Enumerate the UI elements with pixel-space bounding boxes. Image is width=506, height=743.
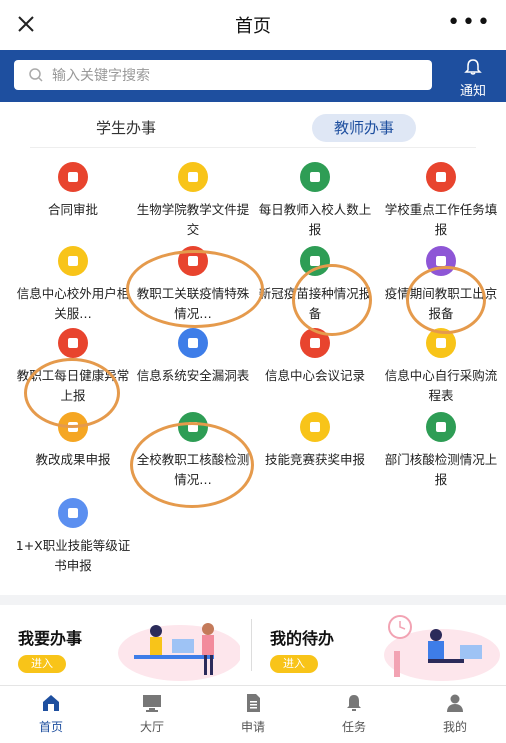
document-icon [58,246,88,276]
service-item[interactable]: 技能竞赛获奖申报 [252,412,378,470]
service-item[interactable]: 全校教职工核酸检测情况… [130,412,256,490]
user-icon [447,694,463,712]
service-item[interactable]: 学校重点工作任务填报 [378,162,504,240]
badge-icon [58,412,88,442]
service-item[interactable]: 每日教师入校人数上报 [252,162,378,240]
search-bar: 输入关键字搜索 通知 [0,50,506,102]
notify-label: 通知 [459,84,486,99]
service-label: 技能竞赛获奖申报 [264,452,365,467]
megaphone-icon [178,246,208,276]
service-item[interactable]: 信息系统安全漏洞表 [130,328,256,386]
service-item[interactable]: 信息中心自行采购流程表 [378,328,504,406]
enter-button[interactable]: 进入 [270,655,318,673]
service-item[interactable]: 疫情期间教职工出京报备 [378,246,504,324]
service-label: 信息系统安全漏洞表 [136,368,250,383]
clipboard-icon [426,328,456,358]
service-label: 教职工关联疫情特殊情况… [136,286,250,321]
teacher-icon [300,162,330,192]
enter-button[interactable]: 进入 [18,655,66,673]
tabbar-mine[interactable]: 我的 [415,692,495,735]
illustration [384,615,500,681]
service-label: 部门核酸检测情况上报 [384,452,498,487]
illustration [118,623,240,681]
service-label: 教职工每日健康异常上报 [16,368,130,403]
document-icon [247,694,260,712]
tabbar-hall[interactable]: 大厅 [112,692,192,735]
service-item[interactable]: 教改成果申报 [10,412,136,470]
pencil-icon [300,328,330,358]
search-placeholder: 输入关键字搜索 [52,68,150,84]
bell-icon [347,695,361,711]
tabbar-home[interactable]: 首页 [11,692,91,735]
service-label: 信息中心会议记录 [264,368,365,383]
card-title: 我的待办 [270,629,335,648]
tabbar-apply[interactable]: 申请 [213,692,293,735]
stamp-icon [58,162,88,192]
service-label: 全校教职工核酸检测情况… [136,452,250,487]
tab-teacher[interactable]: 教师办事 [312,114,417,142]
service-item[interactable]: 信息中心会议记录 [252,328,378,386]
monitor-icon [143,695,161,712]
certificate-icon [58,498,88,528]
service-label: 疫情期间教职工出京报备 [384,286,498,321]
card-my-affairs[interactable]: 我要办事 进入 [0,605,251,685]
bell-icon [464,59,482,75]
tabbar-label: 申请 [240,720,265,734]
tab-student[interactable]: 学生办事 [74,114,178,142]
service-item[interactable]: 部门核酸检测情况上报 [378,412,504,490]
service-label: 合同审批 [47,202,98,217]
tabbar-tasks[interactable]: 任务 [314,692,394,735]
service-item[interactable]: 教职工关联疫情特殊情况… [130,246,256,324]
service-label: 每日教师入校人数上报 [258,202,372,237]
tabbar-label: 首页 [38,720,63,734]
page-title: 首页 [235,16,271,37]
search-icon [29,68,43,82]
tabbar-label: 任务 [341,720,366,734]
book-icon [178,412,208,442]
trophy-icon [300,412,330,442]
person-search-icon [300,246,330,276]
service-item[interactable]: 生物学院教学文件提交 [130,162,256,240]
shortcut-cards: 我要办事 进入 我的待办 进入 [0,605,506,685]
service-label: 生物学院教学文件提交 [136,202,250,237]
server-icon [178,328,208,358]
service-item[interactable]: 合同审批 [10,162,136,220]
service-item[interactable]: 新冠疫苗接种情况报备 [252,246,378,324]
service-item[interactable]: 信息中心校外用户相关服… [10,246,136,324]
home-icon [58,328,88,358]
bottom-tab-bar: 首页 大厅 申请 任务 我的 [0,685,506,743]
notebook-icon [178,162,208,192]
service-label: 新冠疫苗接种情况报备 [258,286,372,321]
service-label: 教改成果申报 [35,452,111,467]
card-my-todo[interactable]: 我的待办 进入 [252,605,506,685]
tabbar-label: 大厅 [139,720,164,734]
service-label: 学校重点工作任务填报 [384,202,498,237]
service-item[interactable]: 1+X职业技能等级证书申报 [10,498,136,576]
tabbar-label: 我的 [442,720,467,734]
card-title: 我要办事 [18,629,83,648]
notify-button[interactable]: 通知 [450,58,496,99]
service-item[interactable]: 教职工每日健康异常上报 [10,328,136,406]
home-icon [43,695,59,711]
target-icon [426,162,456,192]
search-input[interactable]: 输入关键字搜索 [14,60,432,90]
person-icon [426,246,456,276]
service-panel: 学生办事 教师办事 合同审批 生物学院教学文件提交 每日教师入校人数上报 学校重点工作… [0,102,506,595]
tab-bar: 学生办事 教师办事 [30,112,476,148]
service-label: 信息中心校外用户相关服… [16,286,130,321]
folder-icon [426,412,456,442]
close-icon[interactable] [14,12,38,36]
service-label: 1+X职业技能等级证书申报 [15,538,131,573]
title-bar: 首页 ••• [0,0,506,50]
service-label: 信息中心自行采购流程表 [384,368,498,403]
more-icon[interactable]: ••• [447,12,492,34]
